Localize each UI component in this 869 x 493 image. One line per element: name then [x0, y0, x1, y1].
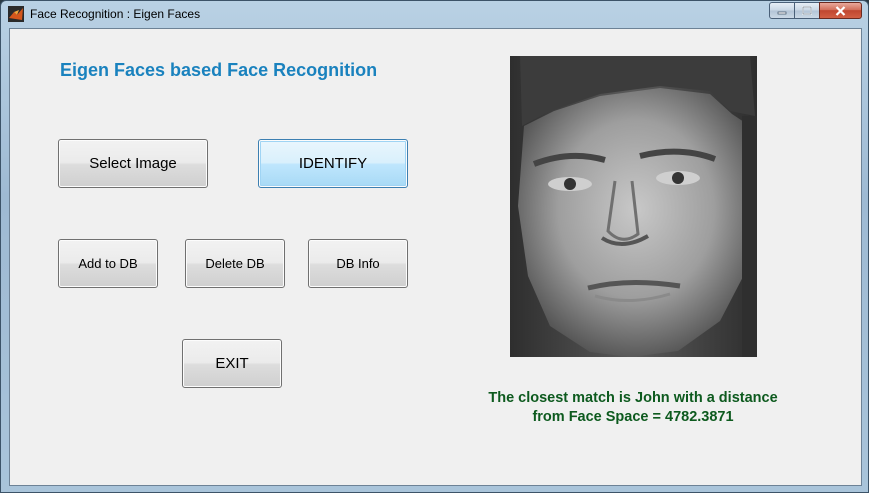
exit-button[interactable]: EXIT	[182, 339, 282, 388]
identify-button[interactable]: IDENTIFY	[258, 139, 408, 188]
window-title: Face Recognition : Eigen Faces	[30, 7, 201, 21]
title-bar[interactable]: Face Recognition : Eigen Faces	[1, 1, 869, 28]
maximize-button[interactable]	[794, 2, 820, 19]
result-line-1: The closest match is John with a distanc…	[488, 390, 778, 406]
select-image-button[interactable]: Select Image	[58, 139, 208, 188]
minimize-button[interactable]	[769, 2, 795, 19]
result-line-2: from Face Space = 4782.3871	[532, 409, 734, 425]
minimize-icon	[777, 11, 787, 14]
client-area: Eigen Faces based Face Recognition Selec…	[9, 28, 862, 486]
result-text: The closest match is John with a distanc…	[433, 389, 833, 427]
matlab-icon	[8, 6, 24, 22]
face-image	[510, 56, 757, 357]
add-to-db-button[interactable]: Add to DB	[58, 239, 158, 288]
page-title: Eigen Faces based Face Recognition	[60, 60, 378, 80]
close-icon	[835, 5, 846, 16]
maximize-icon	[802, 6, 812, 15]
close-button[interactable]	[819, 2, 862, 19]
db-info-button[interactable]: DB Info	[308, 239, 408, 288]
delete-db-button[interactable]: Delete DB	[185, 239, 285, 288]
window-frame: Face Recognition : Eigen Faces Eigen Fac…	[0, 0, 869, 493]
